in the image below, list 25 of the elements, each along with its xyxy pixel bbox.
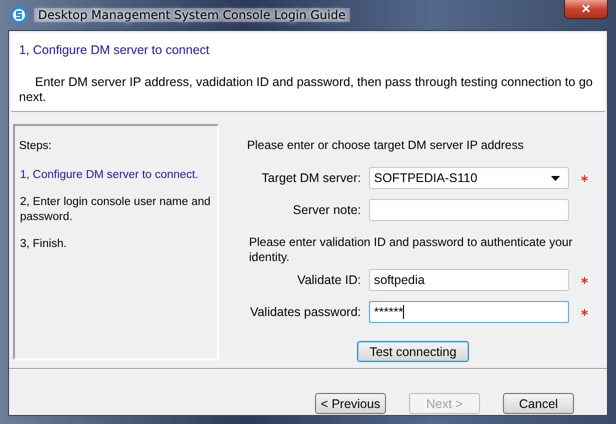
step-item: 2, Enter login console user name and password. <box>20 195 212 225</box>
wizard-button[interactable]: Cancel <box>503 393 574 414</box>
step-item: 1, Configure DM server to connect. <box>20 168 200 183</box>
steps-heading: Steps: <box>19 140 53 152</box>
instruction-text: Please enter or choose target DM server IP address <box>247 138 525 153</box>
wizard-button[interactable]: < Previous <box>315 393 386 414</box>
step-description: Enter DM server IP address, vadidation ID and password, then pass through testing connection to go next. <box>19 75 594 105</box>
dropdown-arrow-icon <box>551 176 560 180</box>
close-button[interactable]: ✕ <box>564 0 608 19</box>
test-connecting-button[interactable]: Test connecting <box>357 341 469 362</box>
input-field[interactable] <box>369 199 569 221</box>
instruction-text: Please enter validation ID and password to authenticate your identity. <box>249 235 574 265</box>
field-label: Server note: <box>292 203 361 217</box>
required-asterisk-icon <box>581 276 588 284</box>
server-dropdown[interactable]: SOFTPEDIA-S110 <box>369 167 569 189</box>
input-field[interactable]: ****** <box>369 301 569 323</box>
app-icon <box>10 6 28 24</box>
field-label: Target DM server: <box>260 171 361 185</box>
required-asterisk-icon <box>581 308 588 316</box>
field-label: Validate ID: <box>296 273 361 287</box>
input-field[interactable]: softpedia <box>369 269 569 291</box>
step-title: 1, Configure DM server to connect <box>19 43 210 57</box>
field-label: Validates password: <box>249 305 361 319</box>
step-item: 3, Finish. <box>20 237 68 252</box>
required-asterisk-icon <box>581 174 588 182</box>
